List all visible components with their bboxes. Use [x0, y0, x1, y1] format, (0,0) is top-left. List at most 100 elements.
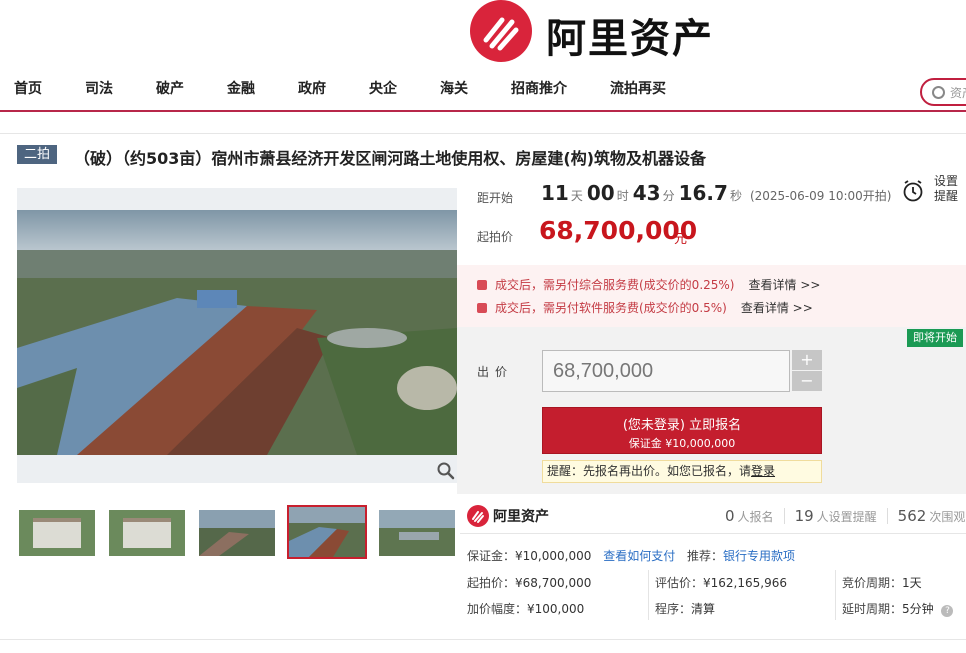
signup-deposit-label: 保证金 ¥10,000,000 — [628, 437, 736, 450]
how-to-pay-link[interactable]: 查看如何支付 — [603, 549, 675, 563]
search-input[interactable]: 资产 — [920, 78, 966, 106]
countdown-hours: 00 — [586, 181, 615, 205]
divider — [0, 639, 966, 640]
signup-button[interactable]: (您未登录) 立即报名 保证金 ¥10,000,000 — [542, 407, 822, 454]
fee-text: 成交后，需另付综合服务费(成交价的0.25%) — [495, 278, 735, 292]
divider — [886, 508, 888, 524]
increment-value: ¥100,000 — [527, 602, 585, 616]
main-nav: 首页 司法 破产 金融 政府 央企 海关 招商推介 流拍再买 — [0, 78, 966, 110]
info-brand-name: 阿里资产 — [493, 509, 549, 525]
fee-row: 成交后，需另付软件服务费(成交价的0.5%) 查看详情 >> — [477, 299, 813, 316]
divider — [835, 570, 836, 620]
brand-logo-icon — [467, 505, 489, 527]
bank-payment-link[interactable]: 银行专用款项 — [723, 549, 795, 563]
bid-amount-input[interactable] — [542, 350, 790, 392]
delay-period-label: 延时周期： — [842, 602, 903, 616]
nav-divider — [0, 110, 966, 112]
start-price-label: 起拍价 — [477, 230, 514, 244]
deposit-row: 保证金：¥10,000,000 查看如何支付 推荐：银行专用款项 — [467, 547, 795, 564]
signup-count: 0 — [725, 507, 735, 525]
increase-bid-button[interactable]: + — [792, 350, 822, 370]
brand-logo[interactable]: 阿里资产 — [470, 0, 720, 62]
start-price-unit: 元 — [674, 232, 688, 247]
bid-label: 出价 — [477, 365, 514, 379]
thumbnail[interactable] — [109, 510, 185, 556]
status-badge: 即将开始 — [907, 329, 963, 347]
reminder-count-label: 人设置提醒 — [816, 510, 877, 524]
divider — [460, 533, 966, 534]
brand-logo-icon — [470, 0, 532, 62]
decrease-bid-button[interactable]: − — [792, 371, 822, 391]
procedure-value: 清算 — [691, 602, 716, 616]
countdown-seconds: 16.7 — [678, 181, 728, 205]
view-count: 562 — [897, 507, 927, 525]
gift-icon — [477, 303, 487, 313]
set-reminder-label: 设置提醒 — [934, 174, 959, 203]
fee-text: 成交后，需另付软件服务费(成交价的0.5%) — [495, 301, 727, 315]
view-count-label: 次围观 — [929, 510, 966, 524]
bid-period-label: 竞价周期： — [842, 576, 903, 590]
nav-item-judicial[interactable]: 司法 — [85, 78, 113, 98]
increment-label: 加价幅度： — [467, 602, 528, 616]
thumbnail-selected[interactable] — [287, 505, 367, 559]
fee-notice: 成交后，需另付综合服务费(成交价的0.25%) 查看详情 >> 成交后，需另付软件… — [457, 265, 966, 327]
search-placeholder: 资产 — [950, 86, 966, 100]
page-title: （破）（约503亩）宿州市萧县经济开发区闸河路土地使用权、房屋建(构)筑物及机器… — [74, 149, 707, 168]
search-icon — [932, 86, 945, 99]
nav-item-investment[interactable]: 招商推介 — [511, 78, 567, 98]
countdown-timer: 11 天 00 时 43 分 16.7 秒 (2025-06-09 10:00开拍) — [541, 181, 891, 205]
nav-item-soe[interactable]: 央企 — [369, 78, 397, 98]
procedure-label: 程序： — [655, 602, 692, 616]
auction-round-badge: 二拍 — [17, 145, 57, 164]
eval-price-value: ¥162,165,966 — [703, 576, 787, 590]
divider — [783, 508, 785, 524]
eval-price-info: 评估价：¥162,165,966 — [655, 574, 787, 591]
alarm-clock-icon — [902, 180, 924, 202]
recommend-label: 推荐： — [687, 549, 724, 563]
zoom-icon[interactable] — [436, 461, 456, 481]
brand-name: 阿里资产 — [546, 16, 714, 62]
thumbnail[interactable] — [19, 510, 95, 556]
nav-item-finance[interactable]: 金融 — [227, 78, 255, 98]
delay-period-value: 5分钟 — [902, 602, 934, 616]
main-photo[interactable] — [17, 188, 457, 483]
signup-button-label: (您未登录) 立即报名 — [622, 418, 742, 433]
login-tip: 提醒：先报名再出价。如您已报名，请登录 — [542, 460, 822, 483]
increment-info: 加价幅度：¥100,000 — [467, 600, 584, 617]
nav-item-government[interactable]: 政府 — [298, 78, 326, 98]
fee-detail-link[interactable]: 查看详情 >> — [741, 301, 813, 315]
fee-detail-link[interactable]: 查看详情 >> — [749, 278, 821, 292]
thumbnail[interactable] — [379, 510, 455, 556]
nav-item-bankruptcy[interactable]: 破产 — [156, 78, 184, 98]
bid-period-info: 竞价周期：1天 — [842, 574, 922, 591]
start-price-info-value: ¥68,700,000 — [515, 576, 592, 590]
fee-row: 成交后，需另付综合服务费(成交价的0.25%) 查看详情 >> — [477, 276, 820, 293]
countdown-days: 11 — [541, 181, 569, 205]
set-reminder-button[interactable]: 设置提醒 — [902, 174, 962, 208]
nav-item-relisting[interactable]: 流拍再买 — [610, 78, 666, 98]
deposit-value: ¥10,000,000 — [515, 549, 592, 563]
divider — [0, 133, 966, 134]
info-brand: 阿里资产 — [467, 505, 587, 527]
bid-period-value: 1天 — [902, 576, 922, 590]
nav-item-customs[interactable]: 海关 — [440, 78, 468, 98]
delay-period-info: 延时周期：5分钟 ? — [842, 600, 954, 617]
countdown-label: 距开始 — [477, 191, 514, 205]
login-tip-text: 提醒：先报名再出价。如您已报名，请 — [547, 464, 752, 478]
help-icon[interactable]: ? — [941, 605, 954, 617]
procedure-info: 程序：清算 — [655, 600, 715, 617]
countdown-seconds-unit: 秒 — [729, 189, 742, 203]
start-price-info-label: 起拍价： — [467, 576, 516, 590]
countdown-minutes-unit: 分 — [662, 189, 675, 203]
countdown-minutes: 43 — [632, 181, 661, 205]
countdown-hours-unit: 时 — [616, 189, 629, 203]
signup-count-label: 人报名 — [737, 510, 774, 524]
gift-icon — [477, 280, 487, 290]
nav-item-home[interactable]: 首页 — [14, 78, 42, 98]
auction-stats: 0 人报名 19 人设置提醒 562 次围观 — [725, 507, 965, 525]
reminder-count: 19 — [794, 507, 814, 525]
divider — [648, 570, 649, 620]
deposit-label: 保证金： — [467, 549, 516, 563]
thumbnail[interactable] — [199, 510, 275, 556]
login-link[interactable]: 登录 — [751, 464, 775, 478]
